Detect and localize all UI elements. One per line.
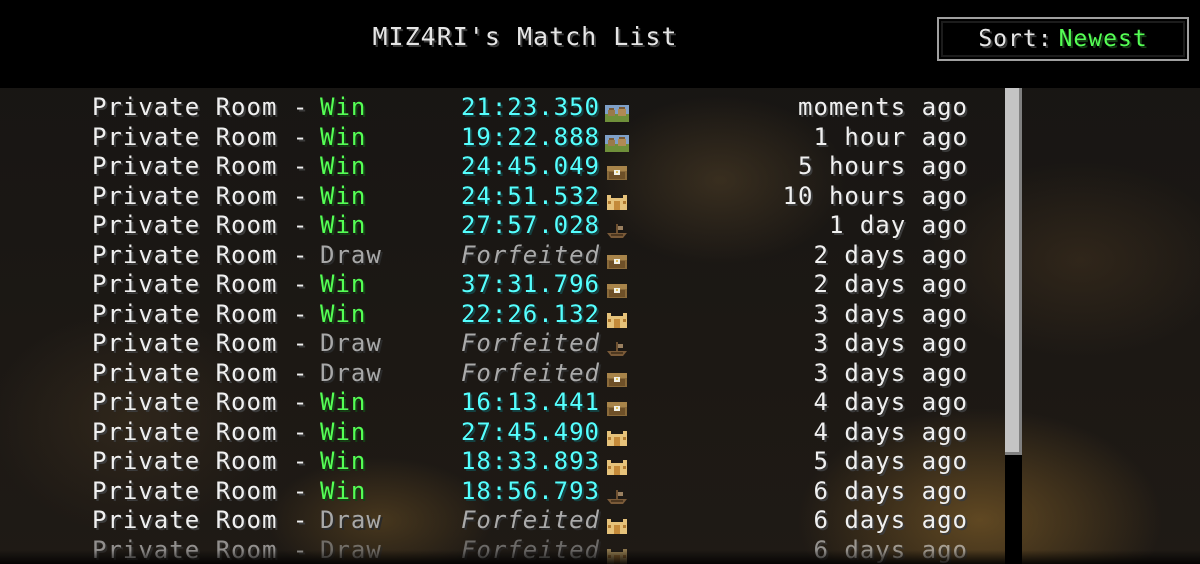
match-result: Win <box>320 211 367 239</box>
match-time: 18:33.893 <box>460 447 600 475</box>
room-name: Private Room - <box>92 417 324 446</box>
match-row[interactable]: Private Room - Win 22:26.132 3 days ago <box>0 300 1005 330</box>
match-time: 37:31.796 <box>460 270 600 298</box>
room-name: Private Room - <box>92 240 324 269</box>
chest-icon <box>605 395 629 416</box>
match-row[interactable]: Private Room - Win 21:23.350 moments ago <box>0 93 1005 123</box>
match-result: Draw <box>320 329 382 357</box>
match-row[interactable]: Private Room - Win 24:51.532 10 hours ago <box>0 182 1005 212</box>
match-time-ago: 5 hours ago <box>798 152 968 180</box>
match-result: Draw <box>320 506 382 534</box>
match-row[interactable]: Private Room - Draw Forfeited 2 days ago <box>0 241 1005 271</box>
room-name: Private Room - <box>92 211 324 239</box>
temple-icon <box>605 189 629 210</box>
match-result: Win <box>320 417 367 446</box>
chest-icon <box>605 366 629 387</box>
village-icon <box>605 100 629 122</box>
match-row[interactable]: Private Room - Win 27:45.490 4 days ago <box>0 418 1005 448</box>
match-time: 27:57.028 <box>460 211 600 239</box>
chest-icon <box>605 159 629 180</box>
match-time-ago: 6 days ago <box>813 476 968 505</box>
match-time: 19:22.888 <box>460 122 600 151</box>
sort-value: Newest <box>1058 26 1148 52</box>
room-name: Private Room - <box>92 93 324 121</box>
match-time: 22:26.132 <box>460 299 600 328</box>
village-icon <box>605 130 629 152</box>
match-time: 24:45.049 <box>460 152 600 180</box>
room-name: Private Room - <box>92 299 324 328</box>
room-name: Private Room - <box>92 476 324 505</box>
match-row[interactable]: Private Room - Win 37:31.796 2 days ago <box>0 270 1005 300</box>
match-time-ago: moments ago <box>798 93 968 121</box>
sort-label: Sort: <box>978 26 1053 52</box>
room-name: Private Room - <box>92 152 324 180</box>
match-row[interactable]: Private Room - Win 24:45.049 5 hours ago <box>0 152 1005 182</box>
scrollbar-thumb[interactable] <box>1005 88 1022 455</box>
match-row[interactable]: Private Room - Draw Forfeited 3 days ago <box>0 329 1005 359</box>
header-bar: MIZ4RI's Match List Sort: Newest <box>0 0 1200 88</box>
match-time-ago: 2 days ago <box>813 240 968 269</box>
match-result: Draw <box>320 358 382 387</box>
match-time: 18:56.793 <box>460 476 600 505</box>
match-row[interactable]: Private Room - Win 19:22.888 1 hour ago <box>0 123 1005 153</box>
match-time-ago: 4 days ago <box>813 417 968 446</box>
room-name: Private Room - <box>92 329 324 357</box>
match-time: Forfeited <box>460 358 600 387</box>
room-name: Private Room - <box>92 388 324 416</box>
match-time: 27:45.490 <box>460 417 600 446</box>
temple-icon <box>605 513 629 534</box>
match-time: Forfeited <box>460 329 600 357</box>
temple-icon <box>605 454 629 475</box>
match-time-ago: 1 hour ago <box>813 122 968 151</box>
match-time-ago: 5 days ago <box>813 447 968 475</box>
room-name: Private Room - <box>92 270 324 298</box>
match-time-ago: 3 days ago <box>813 329 968 357</box>
match-row[interactable]: Private Room - Win 27:57.028 1 day ago <box>0 211 1005 241</box>
match-time-ago: 6 days ago <box>813 506 968 534</box>
match-row[interactable]: Private Room - Win 18:56.793 6 days ago <box>0 477 1005 507</box>
match-time: Forfeited <box>460 506 600 534</box>
match-row[interactable]: Private Room - Win 18:33.893 5 days ago <box>0 447 1005 477</box>
match-result: Win <box>320 299 367 328</box>
shipwreck-icon <box>605 336 629 356</box>
match-time-ago: 4 days ago <box>813 388 968 416</box>
match-time-ago: 10 hours ago <box>782 181 968 210</box>
shipwreck-icon <box>605 484 629 504</box>
match-row[interactable]: Private Room - Draw Forfeited 6 days ago <box>0 506 1005 536</box>
match-result: Win <box>320 270 367 298</box>
match-time-ago: 3 days ago <box>813 299 968 328</box>
match-time: 24:51.532 <box>460 181 600 210</box>
match-time-ago: 1 day ago <box>828 211 968 239</box>
match-result: Win <box>320 388 367 416</box>
match-time-ago: 2 days ago <box>813 270 968 298</box>
match-row[interactable]: Private Room - Draw Forfeited 3 days ago <box>0 359 1005 389</box>
match-result: Draw <box>320 240 382 269</box>
room-name: Private Room - <box>92 506 324 534</box>
room-name: Private Room - <box>92 181 324 210</box>
match-time: Forfeited <box>460 240 600 269</box>
match-result: Win <box>320 447 367 475</box>
match-time: 21:23.350 <box>460 93 600 121</box>
sort-button[interactable]: Sort: Newest <box>935 15 1191 63</box>
shipwreck-icon <box>605 218 629 238</box>
match-time: 16:13.441 <box>460 388 600 416</box>
chest-icon <box>605 248 629 269</box>
page-title: MIZ4RI's Match List <box>372 22 678 51</box>
room-name: Private Room - <box>92 358 324 387</box>
match-result: Win <box>320 181 367 210</box>
match-result: Win <box>320 476 367 505</box>
match-result: Win <box>320 152 367 180</box>
match-row[interactable]: Private Room - Win 16:13.441 4 days ago <box>0 388 1005 418</box>
match-result: Win <box>320 93 367 121</box>
match-result: Win <box>320 122 367 151</box>
chest-icon <box>605 277 629 298</box>
match-list: Private Room - Win 21:23.350 moments ago Pr… <box>0 88 1005 564</box>
room-name: Private Room - <box>92 447 324 475</box>
temple-icon <box>605 425 629 446</box>
temple-icon <box>605 307 629 328</box>
bottom-shade <box>0 550 1200 564</box>
match-time-ago: 3 days ago <box>813 358 968 387</box>
room-name: Private Room - <box>92 122 324 151</box>
